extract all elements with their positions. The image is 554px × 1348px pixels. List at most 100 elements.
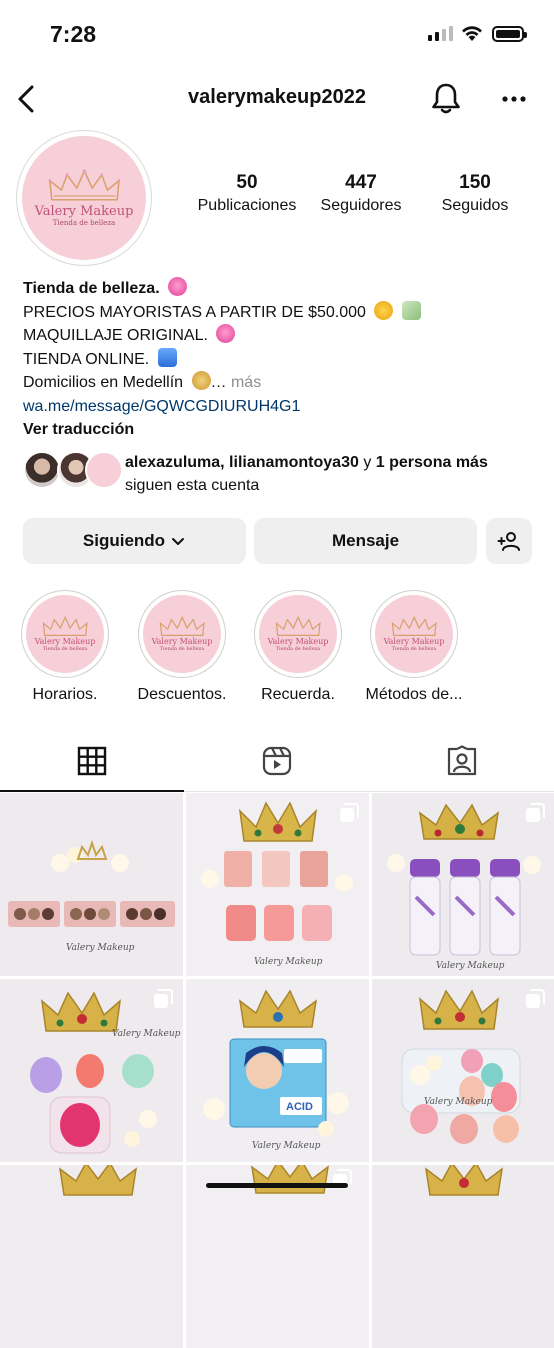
profile-header: valerymakeup2022 [0,72,554,126]
watermark: Valery Makeup [424,1097,493,1107]
bio-more-link[interactable]: más [231,374,261,391]
logo-title: Valery Makeup [383,637,445,647]
post-thumbnail[interactable]: Valery Makeup [0,793,183,976]
follower-avatar [23,451,61,489]
follower-names: alexazuluma, lilianamontoya30 [125,454,359,471]
logo-subtitle: Tienda de belleza [275,646,321,653]
logo-title: Valery Makeup [267,637,329,647]
followed-by-suffix: siguen esta cuenta [125,477,260,494]
highlight-recuerda[interactable]: Valery Makeup Tienda de belleza Recuerda… [240,590,356,704]
status-time: 7:28 [50,21,97,47]
following-button[interactable]: Siguiendo [23,518,246,564]
logo-subtitle: Tienda de belleza [391,646,437,653]
highlight-ring: Valery Makeup Tienda de belleza [254,590,342,678]
brand-logo: Valery Makeup Tienda de belleza [22,136,146,260]
bio-title: Tienda de belleza. [23,280,160,297]
crown-icon [48,169,120,201]
crown-icon [42,615,88,636]
profile-avatar[interactable]: Valery Makeup Tienda de belleza [16,130,152,266]
watermark: Valery Makeup [252,1141,321,1151]
battery-icon [492,26,527,42]
highlight-label: Métodos de... [365,686,463,703]
multiple-photos-icon [526,989,545,1008]
profile-username: valerymakeup2022 [188,86,366,108]
post-thumbnail[interactable] [372,1165,554,1348]
see-translation-link[interactable]: Ver traducción [23,421,134,438]
tab-tagged[interactable] [370,732,554,790]
watermark: Valery Makeup [254,957,323,967]
post-thumbnail[interactable]: Valery Makeup [372,793,554,976]
post-thumbnail[interactable]: Valery Makeup [186,793,369,976]
post-thumbnail[interactable]: Valery Makeup [0,979,183,1162]
bell-icon[interactable] [428,80,464,116]
followed-by-connector: y [363,454,372,471]
tab-posts[interactable] [0,732,184,790]
crown-icon [391,615,437,636]
post-thumbnail[interactable] [0,1165,183,1348]
active-tab-indicator [0,790,184,792]
scooter-icon [191,371,211,390]
wifi-icon [462,26,482,41]
bio-line: MAQUILLAJE ORIGINAL. [23,327,208,344]
home-indicator [206,1183,348,1188]
stat-value: 150 [459,172,491,193]
bio-website-link[interactable]: wa.me/message/GQWCGDIURUH4G1 [23,398,300,415]
followed-by-text: alexazuluma, lilianamontoya30 y 1 person… [125,451,545,497]
following-button-label: Siguiendo [82,531,166,550]
multiple-photos-icon [340,803,359,822]
tab-reels[interactable] [185,732,369,790]
acid-label: ACID [286,1101,313,1113]
chevron-down-icon [172,538,185,545]
highlight-label: Horarios. [32,686,98,703]
highlight-horarios[interactable]: Valery Makeup Tienda de belleza Horarios… [7,590,123,704]
pink-heart-icon [168,277,188,296]
post-thumbnail[interactable]: ACID Valery Makeup [186,979,369,1162]
suggested-users-button[interactable] [486,518,532,564]
bio-line: PRECIOS MAYORISTAS A PARTIR DE $50.000 [23,303,366,321]
tagged-icon [447,745,477,776]
brand-logo: Valery Makeup Tienda de belleza [143,595,221,673]
highlight-ring: Valery Makeup Tienda de belleza [138,590,226,678]
logo-subtitle: Tienda de belleza [52,218,116,227]
pink-heart-icon [216,324,236,343]
stat-value: 50 [236,172,258,193]
highlight-metodos[interactable]: Valery Makeup Tienda de belleza Métodos … [356,590,472,704]
stat-label: Publicaciones [197,197,297,214]
stat-value: 447 [345,172,377,193]
post-image-acid-palette [186,979,369,1162]
logo-title: Valery Makeup [34,203,134,219]
stat-followers[interactable]: 447 Seguidores [304,172,418,215]
highlight-ring: Valery Makeup Tienda de belleza [21,590,109,678]
logo-title: Valery Makeup [151,637,213,647]
post-thumbnail[interactable]: Valery Makeup [372,979,554,1162]
phone-arrow-icon [157,347,177,367]
bio-ellipsis: … [210,374,227,391]
post-image-crown [186,1165,369,1348]
more-icon[interactable] [496,82,532,116]
multiple-photos-icon [154,989,173,1008]
signal-icon [428,26,453,41]
highlight-ring: Valery Makeup Tienda de belleza [370,590,458,678]
bio-line: TIENDA ONLINE. [23,350,150,368]
stat-following[interactable]: 150 Seguidos [418,172,532,215]
highlight-label: Descuentos. [137,686,227,703]
grid-icon [77,746,107,776]
stat-posts[interactable]: 50 Publicaciones [190,172,304,215]
logo-subtitle: Tienda de belleza [159,646,205,653]
followed-by-others: 1 persona más [375,454,488,471]
followed-by[interactable]: alexazuluma, lilianamontoya30 y 1 person… [23,451,543,495]
brand-logo: Valery Makeup Tienda de belleza [259,595,337,673]
add-person-icon [497,532,520,551]
stat-label: Seguidores [320,197,402,214]
highlight-descuentos[interactable]: Valery Makeup Tienda de belleza Descuent… [124,590,240,704]
message-button-label: Mensaje [331,531,400,550]
watermark: Valery Makeup [112,1029,181,1039]
reels-icon [262,746,292,776]
money-face-icon [374,300,394,320]
follower-avatar [85,451,123,489]
message-button[interactable]: Mensaje [254,518,477,564]
crown-icon [275,615,321,636]
post-image-crown [0,1165,183,1348]
post-thumbnail[interactable] [186,1165,369,1348]
logo-subtitle: Tienda de belleza [42,646,88,653]
